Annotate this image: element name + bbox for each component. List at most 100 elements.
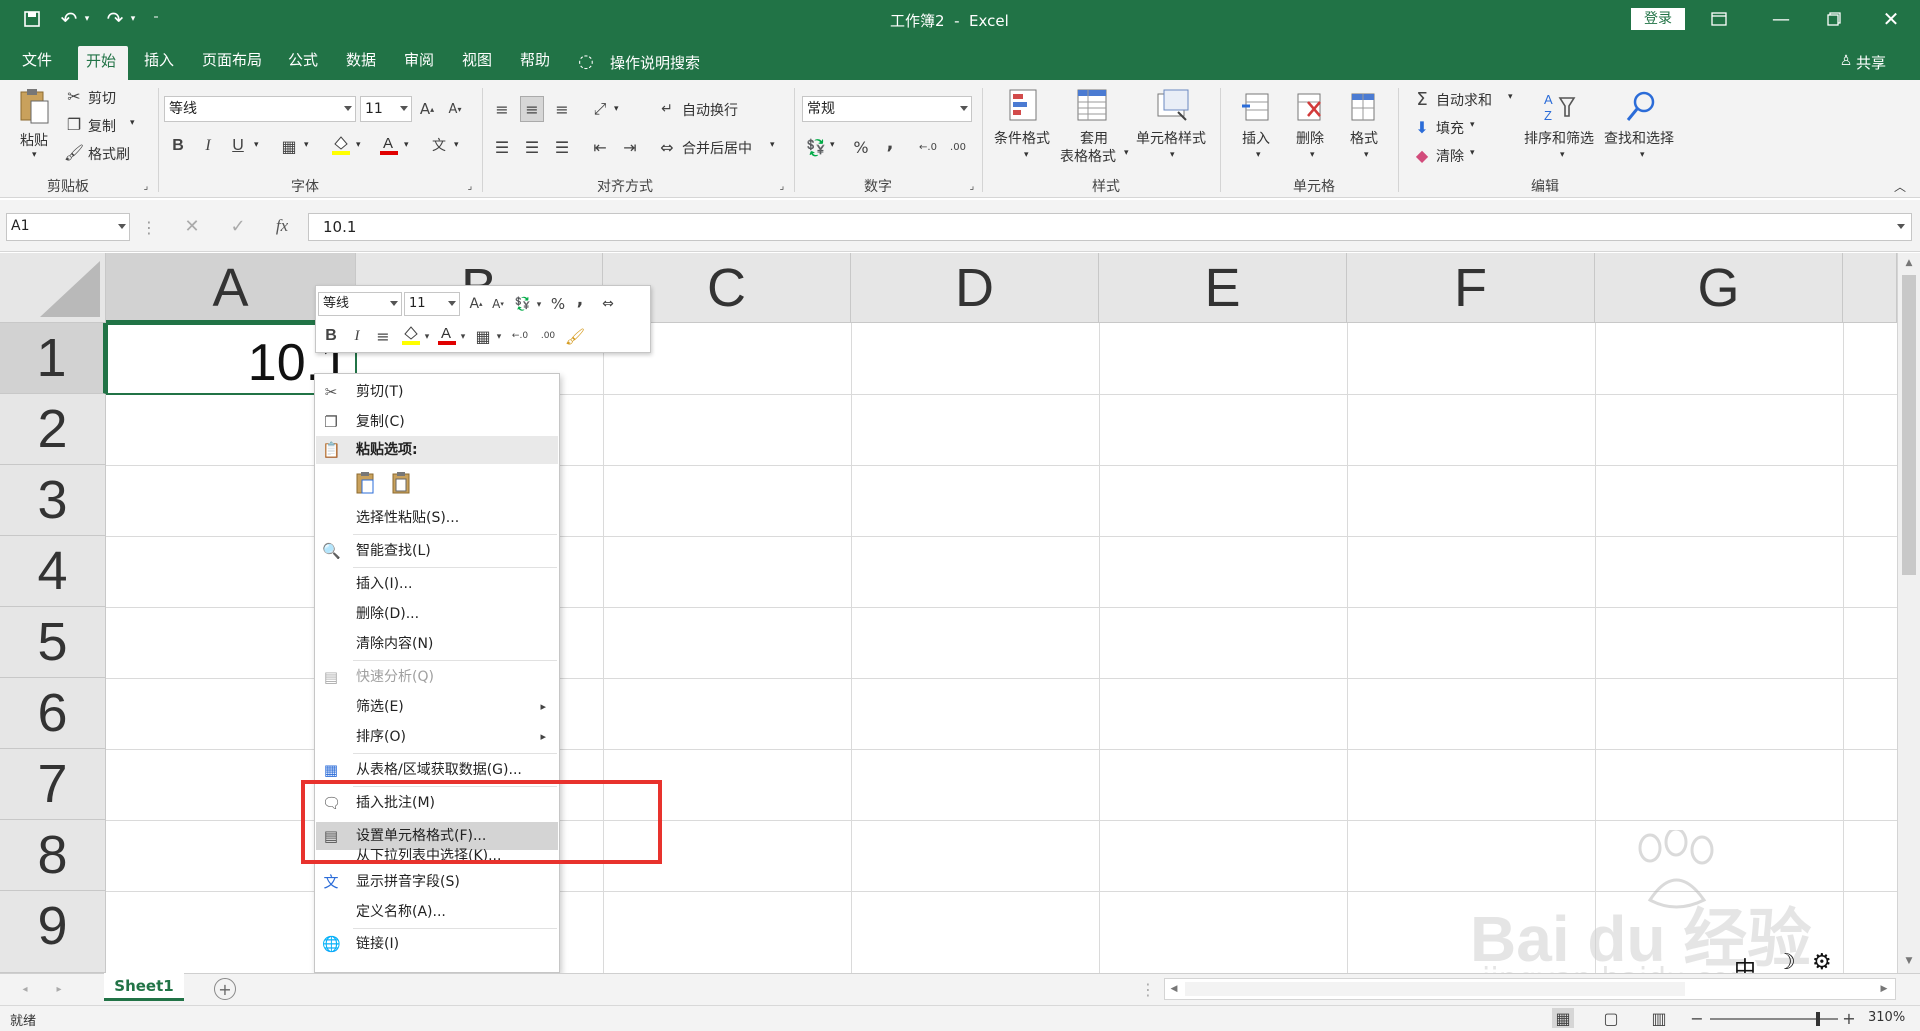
underline-dropdown-icon[interactable]: ▾	[254, 140, 259, 150]
mini-percent-button[interactable]: %	[548, 292, 568, 316]
mini-font-name-select[interactable]: 等线	[318, 292, 402, 316]
mini-align-center-icon[interactable]: ≡	[372, 324, 394, 348]
clipboard-launcher-icon[interactable]: ⌟	[140, 180, 152, 192]
tab-help[interactable]: 帮助	[512, 48, 558, 80]
font-name-select[interactable]: 等线	[164, 96, 356, 122]
format-painter-button[interactable]: 格式刷	[88, 144, 130, 164]
font-size-select[interactable]: 11	[360, 96, 412, 122]
undo-icon[interactable]: ↶	[58, 7, 80, 31]
sort-filter-button[interactable]: 排序和筛选	[1524, 128, 1594, 148]
mini-fill-color-icon[interactable]	[400, 322, 422, 348]
column-header-h[interactable]	[1843, 253, 1897, 323]
mini-comma-button[interactable]: ,	[572, 288, 588, 312]
cancel-icon[interactable]: ✕	[180, 214, 204, 238]
row-header-3[interactable]: 3	[0, 465, 106, 536]
decrease-indent-icon[interactable]: ⇤	[588, 134, 612, 160]
horizontal-scroll-thumb[interactable]	[1185, 982, 1685, 996]
conditional-dropdown-icon[interactable]: ▾	[1024, 150, 1029, 160]
row-header-2[interactable]: 2	[0, 394, 106, 465]
scroll-up-icon[interactable]: ▲	[1902, 257, 1916, 269]
tab-formulas[interactable]: 公式	[280, 48, 326, 80]
zoom-in-icon[interactable]: +	[1842, 1008, 1856, 1028]
cell-styles-button[interactable]: 单元格样式	[1136, 128, 1206, 148]
font-color-icon[interactable]: A	[378, 132, 400, 158]
copy-dropdown-icon[interactable]: ▾	[130, 118, 135, 128]
column-header-g[interactable]: G	[1595, 253, 1843, 323]
number-format-select[interactable]: 常规	[802, 96, 972, 122]
column-header-d[interactable]: D	[851, 253, 1099, 323]
mini-font-color-dropdown-icon[interactable]: ▾	[458, 328, 468, 346]
save-icon[interactable]	[22, 9, 42, 29]
row-header-9[interactable]: 9	[0, 891, 106, 973]
tell-me-search[interactable]: 操作说明搜索	[610, 52, 700, 73]
mini-font-color-icon[interactable]: A	[436, 322, 458, 348]
row-header-4[interactable]: 4	[0, 536, 106, 607]
border-dropdown-icon[interactable]: ▾	[304, 140, 309, 150]
row-header-8[interactable]: 8	[0, 820, 106, 891]
align-middle-icon[interactable]: ≡	[520, 96, 544, 122]
format-as-table-button[interactable]: 套用	[1080, 128, 1108, 148]
vertical-scroll-thumb[interactable]	[1902, 275, 1916, 575]
enter-icon[interactable]: ✓	[226, 214, 250, 238]
column-header-e[interactable]: E	[1099, 253, 1347, 323]
table-dropdown-icon[interactable]: ▾	[1124, 148, 1129, 158]
font-launcher-icon[interactable]: ⌟	[464, 180, 476, 192]
menu-item-smart-lookup[interactable]: 🔍 智能查找(L)	[316, 537, 558, 565]
phonetic-icon[interactable]: 文	[428, 132, 450, 158]
underline-button[interactable]: U	[228, 134, 248, 158]
add-sheet-icon[interactable]: +	[214, 978, 236, 1000]
mini-currency-icon[interactable]: 💱	[512, 292, 534, 316]
sheet-tab-sheet1[interactable]: Sheet1	[104, 973, 184, 1001]
paste-values-icon[interactable]	[389, 470, 413, 496]
conditional-formatting-button[interactable]: 条件格式	[994, 128, 1050, 148]
decrease-font-icon[interactable]: A ▾	[444, 96, 466, 122]
align-center-icon[interactable]: ☰	[520, 134, 544, 160]
cut-button[interactable]: 剪切	[88, 88, 116, 108]
paste-option-icon[interactable]	[353, 470, 377, 496]
tab-file[interactable]: 文件	[14, 48, 60, 80]
menu-item-insert[interactable]: 插入(I)...	[316, 570, 558, 598]
column-header-f[interactable]: F	[1347, 253, 1595, 323]
undo-dropdown-icon[interactable]: ▾	[82, 10, 92, 28]
orientation-dropdown-icon[interactable]: ▾	[614, 104, 619, 114]
menu-item-copy[interactable]: ❐ 复制(C)	[316, 408, 558, 436]
merge-dropdown-icon[interactable]: ▾	[770, 140, 775, 150]
insert-function-icon[interactable]: fx	[270, 214, 294, 238]
copy-button[interactable]: 复制	[88, 116, 116, 136]
menu-item-filter[interactable]: 筛选(E) ▸	[316, 693, 558, 721]
mini-border-dropdown-icon[interactable]: ▾	[494, 328, 504, 346]
page-break-view-icon[interactable]: ▥	[1648, 1008, 1670, 1028]
name-box[interactable]: A1	[6, 213, 130, 241]
menu-item-delete[interactable]: 删除(D)...	[316, 600, 558, 628]
scroll-left-icon[interactable]: ◀	[1167, 982, 1181, 996]
scroll-down-icon[interactable]: ▼	[1902, 955, 1916, 967]
bold-button[interactable]: B	[168, 134, 188, 158]
clear-dropdown-icon[interactable]: ▾	[1470, 148, 1475, 158]
mini-bold-button[interactable]: B	[322, 324, 340, 348]
merge-center-button[interactable]: 合并后居中	[682, 138, 752, 158]
fill-color-dropdown-icon[interactable]: ▾	[356, 140, 361, 150]
find-select-button[interactable]: 查找和选择	[1604, 128, 1674, 148]
sheet-prev-icon[interactable]: ◂	[18, 980, 32, 998]
mini-font-size-select[interactable]: 11	[404, 292, 460, 316]
align-right-icon[interactable]: ☰	[550, 134, 574, 160]
number-launcher-icon[interactable]: ⌟	[966, 180, 978, 192]
menu-item-sort[interactable]: 排序(O) ▸	[316, 723, 558, 751]
redo-icon[interactable]: ↷	[104, 7, 126, 31]
mini-merge-icon[interactable]: ⇔	[596, 292, 620, 316]
formula-input[interactable]: 10.1	[308, 213, 1912, 241]
row-header-7[interactable]: 7	[0, 749, 106, 820]
mini-decrease-font-icon[interactable]: A ▾	[488, 292, 508, 316]
row-header-6[interactable]: 6	[0, 678, 106, 749]
autosum-button[interactable]: 自动求和	[1436, 90, 1492, 110]
orientation-icon[interactable]: ⤢	[588, 96, 612, 122]
increase-font-icon[interactable]: A ▴	[416, 96, 438, 122]
insert-cells-dropdown-icon[interactable]: ▾	[1256, 150, 1261, 160]
row-header-5[interactable]: 5	[0, 607, 106, 678]
restore-icon[interactable]	[1823, 8, 1845, 30]
cell-styles-dropdown-icon[interactable]: ▾	[1170, 150, 1175, 160]
zoom-slider[interactable]	[1710, 1012, 1838, 1026]
autosum-dropdown-icon[interactable]: ▾	[1508, 92, 1513, 102]
mini-currency-dropdown-icon[interactable]: ▾	[534, 296, 544, 314]
share-button[interactable]: 共享	[1856, 52, 1886, 73]
